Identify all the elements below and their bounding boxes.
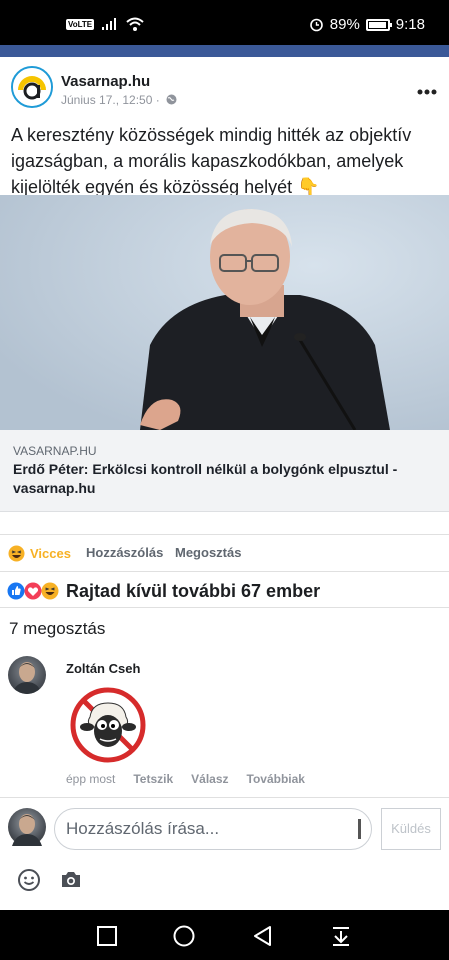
page-avatar[interactable] [11,66,53,108]
home-icon[interactable] [172,924,196,948]
globe-icon [166,94,177,105]
alarm-icon [309,18,323,32]
reaction-label: Vicces [30,546,71,561]
camera-icon[interactable] [60,870,82,890]
post-time-text: Június 17., 12:50 · [61,93,160,107]
comment-like-button[interactable]: Tetszik [133,772,173,786]
emoji-icon[interactable] [17,868,41,892]
signal-icon [102,18,117,30]
commenter-photo [12,662,42,694]
status-bar: VoLTE 89% 9:18 [0,0,449,45]
comment-author[interactable]: Zoltán Cseh [66,661,140,676]
comment-input[interactable]: Hozzászólás írása... [54,808,372,850]
notification-shade-icon[interactable] [329,924,353,948]
post-text: A keresztény közösségek mindig hitték az… [11,125,412,197]
composer-tools [0,860,449,910]
volte-icon: VoLTE [66,18,95,30]
portrait-image [0,195,449,430]
link-title: Erdő Péter: Erkölcsi kontroll nélkül a b… [13,461,398,496]
battery-icon [365,18,392,31]
post-header: Vasarnap.hu Június 17., 12:50 · [0,57,449,117]
app-header-strip [0,45,449,57]
text-cursor [358,819,361,839]
comment-input-placeholder: Hozzászólás írása... [66,819,220,838]
share-button[interactable]: Megosztás [175,545,241,560]
reaction-icons [7,582,59,600]
comment-button[interactable]: Hozzászólás [86,545,163,560]
wifi-icon [126,17,144,31]
reactions-count-text: Rajtad kívül további 67 ember [66,581,321,601]
reaction-button[interactable]: Vicces [8,545,71,562]
haha-reaction-icon [41,582,59,600]
commenter-avatar[interactable] [8,656,46,694]
shaun-the-sheep-sticker[interactable] [70,687,146,763]
post-timestamp[interactable]: Június 17., 12:50 · [61,93,177,107]
like-reaction-icon [7,582,25,600]
shares-count[interactable]: 7 megosztás [9,619,105,639]
more-dots-icon [417,89,437,95]
link-preview-card[interactable]: VASARNAP.HU Erdő Péter: Erkölcsi kontrol… [0,430,449,512]
more-options-button[interactable] [417,75,437,101]
link-preview-image[interactable] [0,195,449,430]
comment-reply-button[interactable]: Válasz [191,772,228,786]
current-user-photo [12,814,42,846]
love-reaction-icon [24,582,42,600]
recents-icon[interactable] [95,924,119,948]
status-left: VoLTE [66,17,144,31]
post-action-bar: Vicces Hozzászólás Megosztás [0,534,449,572]
status-right: 89% 9:18 [309,16,425,33]
system-nav-bar [0,910,449,960]
haha-emoji-icon [8,545,25,562]
back-icon[interactable] [251,924,275,948]
clock: 9:18 [395,16,425,33]
reactions-summary[interactable]: Rajtad kívül további 67 ember [0,572,449,608]
battery-percent: 89% [329,16,360,33]
send-button[interactable]: Küldés [381,808,441,850]
comment-meta: épp most Tetszik Válasz Továbbiak [66,772,305,786]
comment-item: Zoltán Cseh épp most Tetszik Válasz Tová… [0,655,449,795]
page-name[interactable]: Vasarnap.hu [61,73,150,90]
comment-more-button[interactable]: Továbbiak [247,772,305,786]
comment-time: épp most [66,772,116,786]
current-user-avatar [8,808,46,846]
vasarnap-logo-icon [13,68,51,106]
comment-composer: Hozzászólás írása... Küldés [0,797,449,859]
link-domain: VASARNAP.HU [13,444,97,458]
